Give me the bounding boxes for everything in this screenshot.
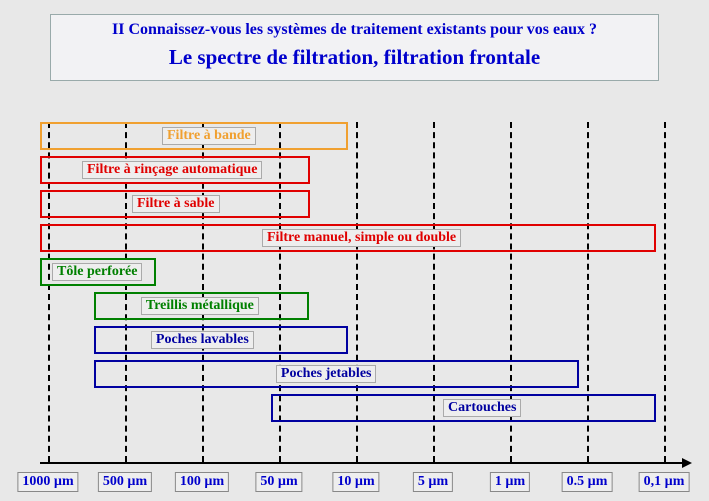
x-tick-label: 10 µm: [332, 472, 379, 492]
x-tick-label: 1000 µm: [17, 472, 78, 492]
title-box: II Connaissez-vous les systèmes de trait…: [50, 14, 659, 81]
x-tick-label: 0,1 µm: [639, 472, 690, 492]
bar-cartouches: Cartouches: [271, 394, 656, 422]
bar-tole-perforee: Tôle perforée: [40, 258, 156, 286]
bar-poches-jetables: Poches jetables: [94, 360, 579, 388]
bar-label-filtre-bande: Filtre à bande: [162, 127, 256, 145]
bar-filtre-bande: Filtre à bande: [40, 122, 348, 150]
x-tick-label: 5 µm: [413, 472, 453, 492]
x-tick-label: 0.5 µm: [562, 472, 613, 492]
bar-label-poches-lavables: Poches lavables: [151, 331, 254, 349]
bar-label-poches-jetables: Poches jetables: [276, 365, 377, 383]
bar-label-filtre-rincage: Filtre à rinçage automatique: [82, 161, 262, 179]
bar-label-filtre-sable: Filtre à sable: [132, 195, 220, 213]
chart-area: 1000 µm500 µm100 µm50 µm10 µm5 µm1 µm0.5…: [40, 122, 680, 462]
grid-line: [664, 122, 666, 462]
bar-label-cartouches: Cartouches: [443, 399, 521, 417]
bar-label-tole-perforee: Tôle perforée: [52, 263, 142, 281]
x-tick-label: 500 µm: [98, 472, 152, 492]
bar-filtre-sable: Filtre à sable: [40, 190, 310, 218]
bar-filtre-manuel: Filtre manuel, simple ou double: [40, 224, 656, 252]
x-tick-label: 100 µm: [175, 472, 229, 492]
bar-label-treillis: Treillis métallique: [141, 297, 259, 315]
bar-poches-lavables: Poches lavables: [94, 326, 348, 354]
bar-filtre-rincage: Filtre à rinçage automatique: [40, 156, 310, 184]
x-tick-label: 50 µm: [255, 472, 302, 492]
title-line-1: II Connaissez-vous les systèmes de trait…: [55, 21, 654, 39]
bar-label-filtre-manuel: Filtre manuel, simple ou double: [262, 229, 461, 247]
x-axis: [40, 462, 690, 464]
bar-treillis: Treillis métallique: [94, 292, 310, 320]
x-tick-label: 1 µm: [490, 472, 530, 492]
title-line-2: Le spectre de filtration, filtration fro…: [55, 45, 654, 70]
